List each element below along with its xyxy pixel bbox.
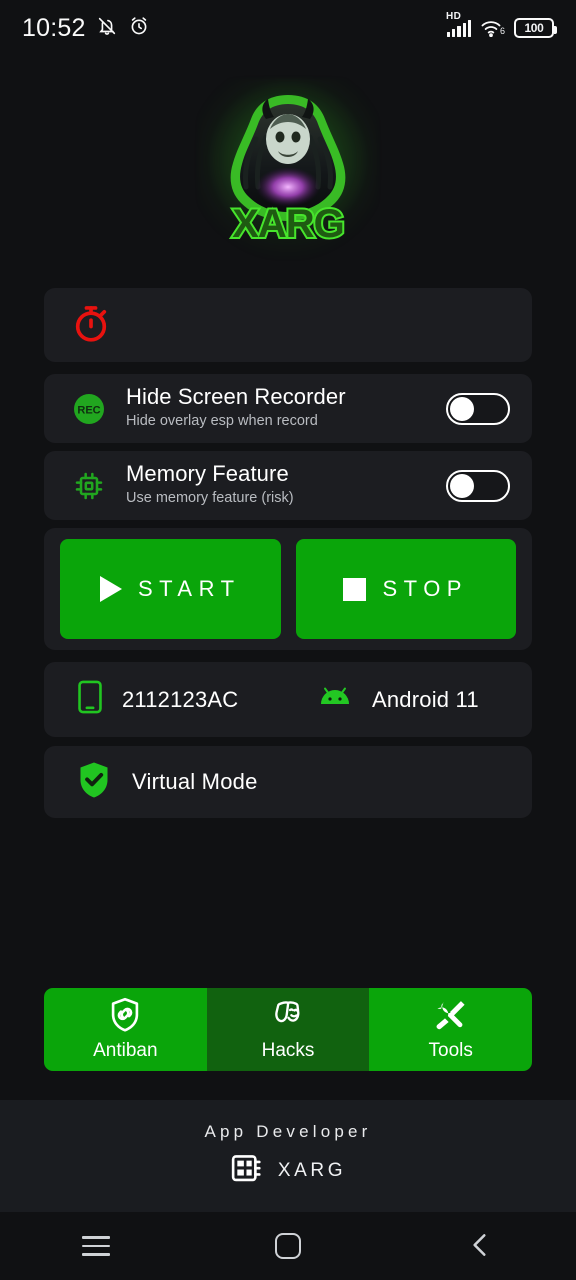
cpu-chip-icon bbox=[68, 470, 110, 502]
setting-row-texts: Hide Screen Recorder Hide overlay esp wh… bbox=[110, 385, 446, 431]
xarg-predator-logo: XARG bbox=[230, 95, 347, 248]
recents-button[interactable] bbox=[56, 1222, 136, 1270]
setting-title: Memory Feature bbox=[126, 461, 289, 487]
stopwatch-icon bbox=[70, 302, 112, 349]
device-info-card: 2112123AC Android 11 bbox=[44, 662, 532, 737]
tab-hacks[interactable]: Hacks bbox=[206, 988, 370, 1071]
network-type-label: HD bbox=[446, 10, 462, 22]
tab-label: Antiban bbox=[93, 1040, 158, 1061]
status-bar: 10:52 HD 6 100 bbox=[0, 0, 576, 56]
android-icon bbox=[316, 685, 354, 714]
back-button[interactable] bbox=[440, 1222, 520, 1270]
tab-tools[interactable]: Tools bbox=[369, 988, 532, 1071]
device-model-group: 2112123AC bbox=[66, 680, 316, 719]
toggle-knob bbox=[450, 473, 474, 498]
signal-bars-icon: HD bbox=[446, 11, 471, 37]
setting-row-memory-feature[interactable]: Memory Feature Use memory feature (risk) bbox=[44, 451, 532, 520]
status-bar-left: 10:52 bbox=[22, 14, 150, 43]
start-button[interactable]: START bbox=[60, 539, 281, 639]
menu-icon bbox=[82, 1236, 110, 1256]
rec-icon: REC bbox=[68, 392, 110, 426]
memory-feature-toggle[interactable] bbox=[446, 469, 510, 502]
home-icon bbox=[275, 1233, 301, 1259]
battery-level-label: 100 bbox=[524, 21, 544, 35]
virtual-mode-label: Virtual Mode bbox=[132, 769, 258, 794]
android-nav-bar bbox=[0, 1212, 576, 1280]
footer-title: App Developer bbox=[204, 1121, 372, 1141]
hide-screen-recorder-toggle[interactable] bbox=[446, 392, 510, 425]
timer-card[interactable] bbox=[44, 288, 532, 362]
bottom-tab-bar: Antiban Hacks Tools bbox=[44, 988, 532, 1071]
phone-icon bbox=[76, 680, 104, 719]
shield-link-icon bbox=[108, 997, 142, 1036]
device-os-group: Android 11 bbox=[316, 685, 479, 714]
app-logo: XARG bbox=[0, 74, 576, 264]
virtual-mode-card[interactable]: Virtual Mode bbox=[44, 746, 532, 818]
svg-text:XARG: XARG bbox=[232, 202, 344, 246]
status-bar-right: HD 6 100 bbox=[446, 11, 557, 38]
action-buttons-card: START STOP bbox=[44, 528, 532, 650]
setting-row-hide-screen-recorder[interactable]: REC Hide Screen Recorder Hide overlay es… bbox=[44, 374, 532, 443]
toggle-knob bbox=[450, 396, 474, 421]
stop-button-label: STOP bbox=[382, 576, 468, 601]
footer: App Developer XARG bbox=[0, 1100, 576, 1212]
start-button-label: START bbox=[137, 576, 241, 601]
stop-icon bbox=[343, 577, 367, 601]
shield-check-icon bbox=[76, 760, 112, 805]
tab-label: Hacks bbox=[261, 1040, 315, 1061]
bell-off-icon bbox=[96, 15, 118, 42]
home-button[interactable] bbox=[248, 1222, 328, 1270]
device-model: 2112123AC bbox=[122, 686, 239, 712]
footer-developer: XARG bbox=[230, 1152, 346, 1191]
status-time: 10:52 bbox=[22, 13, 86, 42]
setting-title: Hide Screen Recorder bbox=[126, 384, 346, 410]
svg-text:REC: REC bbox=[77, 404, 100, 416]
alarm-clock-icon bbox=[128, 15, 150, 42]
chevron-left-icon bbox=[467, 1230, 493, 1263]
setting-row-texts: Memory Feature Use memory feature (risk) bbox=[110, 462, 446, 508]
stop-button[interactable]: STOP bbox=[295, 539, 516, 639]
battery-icon: 100 bbox=[514, 18, 557, 38]
wifi-icon: 6 bbox=[480, 19, 505, 37]
tab-label: Tools bbox=[428, 1040, 473, 1061]
chip-board-icon bbox=[230, 1152, 264, 1191]
setting-subtitle: Hide overlay esp when record bbox=[126, 413, 318, 430]
developer-name: XARG bbox=[277, 1160, 347, 1181]
setting-subtitle: Use memory feature (risk) bbox=[126, 490, 294, 507]
play-icon bbox=[99, 576, 122, 602]
tools-icon bbox=[434, 997, 468, 1036]
device-os-version: Android 11 bbox=[372, 686, 479, 712]
theater-masks-icon bbox=[271, 997, 305, 1036]
wifi-generation-label: 6 bbox=[499, 26, 505, 36]
tab-antiban[interactable]: Antiban bbox=[44, 988, 207, 1071]
